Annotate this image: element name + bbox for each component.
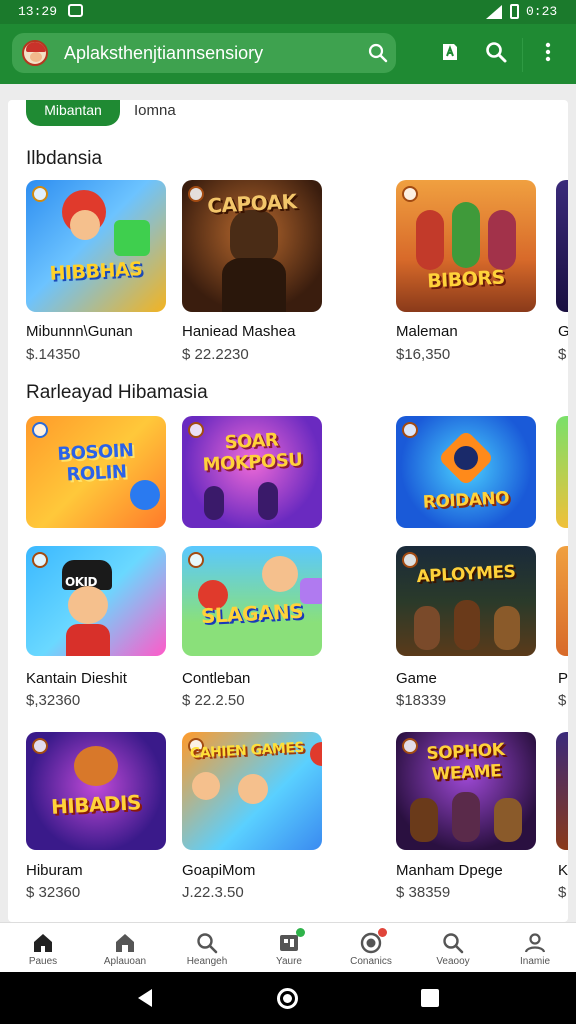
nav-badge [296, 928, 305, 937]
game-price: $ 38359 [396, 884, 451, 901]
game-price: $.14350 [26, 346, 81, 363]
game-price: $ 22.2.50 [182, 692, 245, 709]
game-tile[interactable] [556, 180, 568, 312]
signal-icon [486, 5, 502, 19]
app-bar: Aplaksthenjtiannsensiory [0, 24, 576, 84]
nav-badge [378, 928, 387, 937]
status-time-left: 13:29 [18, 4, 58, 19]
nav-label: Heangeh [186, 956, 228, 967]
game-tile[interactable]: CAHIEN GAMES [182, 732, 322, 850]
back-icon[interactable] [138, 989, 152, 1007]
game-tile[interactable]: CAPOAK [182, 180, 322, 312]
game-title[interactable]: GoapiMom [182, 862, 255, 879]
nav-label: Inamie [519, 956, 550, 967]
nav-label: Veaooy [436, 956, 470, 967]
game-tile[interactable]: OKID [26, 546, 166, 656]
search-input[interactable]: Aplaksthenjtiannsensiory [64, 43, 263, 64]
section-title: Rarleayad Hibamasia [26, 382, 208, 403]
game-title[interactable]: Game [396, 670, 437, 687]
game-price: $ 32360 [26, 884, 81, 901]
nav-item-aplauoan[interactable]: Aplauoan [84, 923, 166, 973]
game-title[interactable]: K [558, 862, 568, 879]
notification-icon [68, 4, 83, 17]
game-price: $,32360 [26, 692, 81, 709]
status-bar: 13:29 0:23 [0, 0, 576, 24]
game-price: $ [558, 346, 567, 363]
nav-item-inamie[interactable]: Inamie [494, 923, 576, 973]
profile-icon [524, 933, 546, 953]
system-nav-bar [0, 972, 576, 1024]
search-icon [197, 933, 218, 954]
nav-label: Paues [28, 956, 58, 967]
battery-icon [510, 4, 519, 19]
home-button-icon[interactable] [277, 988, 298, 1009]
search-icon[interactable] [368, 43, 388, 63]
game-tile[interactable] [556, 732, 568, 850]
app-store-icon[interactable] [438, 40, 462, 64]
game-title[interactable]: Hiburam [26, 862, 83, 879]
more-menu-icon[interactable] [536, 40, 560, 64]
tab-secondary[interactable]: Iomna [134, 102, 176, 119]
game-tile[interactable]: BIBORS [396, 180, 536, 312]
search-icon [443, 933, 464, 954]
recent-apps-icon[interactable] [421, 989, 439, 1007]
appbar-divider [522, 38, 523, 72]
nav-item-paues[interactable]: Paues [2, 923, 84, 973]
game-price: $ [558, 692, 567, 709]
section-title: Ilbdansia [26, 148, 103, 169]
game-price: $ [558, 884, 567, 901]
game-title[interactable]: Maleman [396, 323, 458, 340]
game-tile[interactable]: BOSOIN ROLIN [26, 416, 166, 528]
game-price: $ 22.2230 [182, 346, 249, 363]
game-tile[interactable]: SOAR MOKPOSU [182, 416, 322, 528]
nav-label: Aplauoan [103, 956, 147, 967]
game-tile[interactable]: HIBBHAS [26, 180, 166, 312]
game-tile[interactable]: HIBADIS [26, 732, 166, 850]
game-title[interactable]: Kantain Dieshit [26, 670, 127, 687]
content-card: Mibantan Iomna Ilbdansia HIBBHAS CAPOAK … [8, 100, 568, 922]
game-price: $16,350 [396, 346, 451, 363]
nav-item-yaure[interactable]: Yaure [248, 923, 330, 973]
app-avatar[interactable] [22, 40, 48, 66]
nav-item-heangeh[interactable]: Heangeh [166, 923, 248, 973]
game-tile[interactable]: APLOYMES [396, 546, 536, 656]
game-title[interactable]: Manham Dpege [396, 862, 503, 879]
house-icon [116, 934, 134, 952]
game-tile[interactable]: SOPHOK WEAME [396, 732, 536, 850]
game-title[interactable]: P [558, 670, 568, 687]
game-title[interactable]: Contleban [182, 670, 250, 687]
game-title[interactable]: G [558, 323, 568, 340]
nav-item-conanics[interactable]: Conanics [330, 923, 412, 973]
game-tile[interactable] [556, 546, 568, 656]
game-tile[interactable] [556, 416, 568, 528]
game-title[interactable]: Mibunnn\Gunan [26, 323, 133, 340]
nav-item-veaooy[interactable]: Veaooy [412, 923, 494, 973]
nav-label: Conanics [350, 956, 392, 967]
search-bar[interactable]: Aplaksthenjtiannsensiory [12, 33, 396, 73]
game-price: J.22.3.50 [182, 884, 244, 901]
game-tile[interactable]: ROIDANO [396, 416, 536, 528]
bottom-nav: Paues Aplauoan Heangeh Yaure Conanics Ve… [0, 922, 576, 972]
game-tile[interactable]: SLAGANS [182, 546, 322, 656]
game-price: $18339 [396, 692, 447, 709]
search-icon[interactable] [484, 40, 508, 64]
tab-active[interactable]: Mibantan [26, 100, 120, 126]
home-icon [34, 934, 52, 952]
nav-label: Yaure [276, 956, 302, 967]
game-title[interactable]: Haniead Mashea [182, 323, 295, 340]
status-time-right: 0:23 [526, 4, 558, 19]
